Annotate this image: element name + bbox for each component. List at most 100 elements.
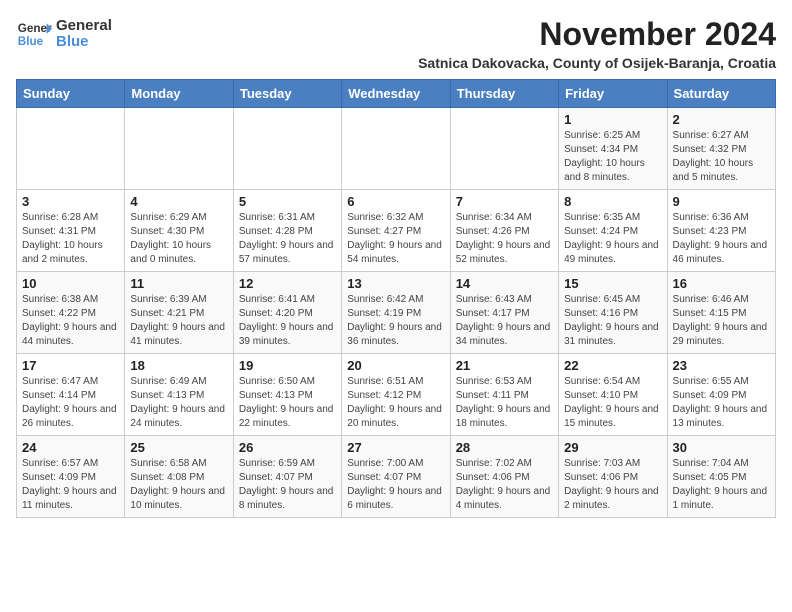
calendar-cell: 4 Sunrise: 6:29 AM Sunset: 4:30 PM Daylig… bbox=[125, 190, 233, 272]
day-info: Sunrise: 6:43 AM Sunset: 4:17 PM Dayligh… bbox=[456, 293, 553, 349]
day-number: 7 bbox=[456, 194, 553, 209]
calendar-cell: 13 Sunrise: 6:42 AM Sunset: 4:19 PM Dayli… bbox=[342, 272, 450, 354]
day-info: Sunrise: 6:38 AM Sunset: 4:22 PM Dayligh… bbox=[22, 293, 119, 349]
day-info: Sunrise: 6:55 AM Sunset: 4:09 PM Dayligh… bbox=[673, 375, 770, 431]
calendar-week-4: 24 Sunrise: 6:57 AM Sunset: 4:09 PM Dayli… bbox=[17, 436, 776, 518]
day-number: 17 bbox=[22, 358, 119, 373]
subtitle: Satnica Dakovacka, County of Osijek-Bara… bbox=[418, 55, 776, 71]
day-number: 10 bbox=[22, 276, 119, 291]
calendar-cell: 6 Sunrise: 6:32 AM Sunset: 4:27 PM Daylig… bbox=[342, 190, 450, 272]
day-info: Sunrise: 6:32 AM Sunset: 4:27 PM Dayligh… bbox=[347, 211, 444, 267]
day-info: Sunrise: 6:41 AM Sunset: 4:20 PM Dayligh… bbox=[239, 293, 336, 349]
calendar-cell: 19 Sunrise: 6:50 AM Sunset: 4:13 PM Dayli… bbox=[233, 354, 341, 436]
day-number: 9 bbox=[673, 194, 770, 209]
page-header: General Blue General Blue November 2024 … bbox=[16, 16, 776, 71]
day-number: 1 bbox=[564, 112, 661, 127]
day-number: 23 bbox=[673, 358, 770, 373]
calendar-cell: 10 Sunrise: 6:38 AM Sunset: 4:22 PM Dayli… bbox=[17, 272, 125, 354]
main-title: November 2024 bbox=[418, 16, 776, 53]
calendar-cell bbox=[450, 108, 558, 190]
day-info: Sunrise: 6:34 AM Sunset: 4:26 PM Dayligh… bbox=[456, 211, 553, 267]
day-number: 8 bbox=[564, 194, 661, 209]
day-info: Sunrise: 7:04 AM Sunset: 4:05 PM Dayligh… bbox=[673, 457, 770, 513]
calendar-cell: 29 Sunrise: 7:03 AM Sunset: 4:06 PM Dayli… bbox=[559, 436, 667, 518]
day-info: Sunrise: 6:54 AM Sunset: 4:10 PM Dayligh… bbox=[564, 375, 661, 431]
day-info: Sunrise: 7:02 AM Sunset: 4:06 PM Dayligh… bbox=[456, 457, 553, 513]
day-info: Sunrise: 6:49 AM Sunset: 4:13 PM Dayligh… bbox=[130, 375, 227, 431]
day-info: Sunrise: 6:53 AM Sunset: 4:11 PM Dayligh… bbox=[456, 375, 553, 431]
calendar-header: SundayMondayTuesdayWednesdayThursdayFrid… bbox=[17, 80, 776, 108]
calendar-cell: 18 Sunrise: 6:49 AM Sunset: 4:13 PM Dayli… bbox=[125, 354, 233, 436]
calendar-cell bbox=[17, 108, 125, 190]
day-info: Sunrise: 6:42 AM Sunset: 4:19 PM Dayligh… bbox=[347, 293, 444, 349]
day-number: 4 bbox=[130, 194, 227, 209]
calendar-cell: 7 Sunrise: 6:34 AM Sunset: 4:26 PM Daylig… bbox=[450, 190, 558, 272]
day-number: 16 bbox=[673, 276, 770, 291]
day-number: 18 bbox=[130, 358, 227, 373]
header-row: SundayMondayTuesdayWednesdayThursdayFrid… bbox=[17, 80, 776, 108]
calendar-cell: 16 Sunrise: 6:46 AM Sunset: 4:15 PM Dayli… bbox=[667, 272, 775, 354]
column-header-tuesday: Tuesday bbox=[233, 80, 341, 108]
calendar-cell: 9Sunrise: 6:36 AM Sunset: 4:23 PM Daylig… bbox=[667, 190, 775, 272]
day-number: 27 bbox=[347, 440, 444, 455]
logo-blue-text: Blue bbox=[56, 34, 112, 51]
calendar-cell: 27 Sunrise: 7:00 AM Sunset: 4:07 PM Dayli… bbox=[342, 436, 450, 518]
column-header-thursday: Thursday bbox=[450, 80, 558, 108]
day-number: 28 bbox=[456, 440, 553, 455]
day-info: Sunrise: 6:29 AM Sunset: 4:30 PM Dayligh… bbox=[130, 211, 227, 267]
calendar-week-0: 1 Sunrise: 6:25 AM Sunset: 4:34 PM Daylig… bbox=[17, 108, 776, 190]
column-header-saturday: Saturday bbox=[667, 80, 775, 108]
day-number: 26 bbox=[239, 440, 336, 455]
calendar-body: 1 Sunrise: 6:25 AM Sunset: 4:34 PM Daylig… bbox=[17, 108, 776, 518]
day-number: 30 bbox=[673, 440, 770, 455]
day-info: Sunrise: 6:27 AM Sunset: 4:32 PM Dayligh… bbox=[673, 129, 770, 185]
day-info: Sunrise: 6:28 AM Sunset: 4:31 PM Dayligh… bbox=[22, 211, 119, 267]
column-header-friday: Friday bbox=[559, 80, 667, 108]
day-info: Sunrise: 6:57 AM Sunset: 4:09 PM Dayligh… bbox=[22, 457, 119, 513]
day-info: Sunrise: 6:46 AM Sunset: 4:15 PM Dayligh… bbox=[673, 293, 770, 349]
calendar-cell: 28 Sunrise: 7:02 AM Sunset: 4:06 PM Dayli… bbox=[450, 436, 558, 518]
calendar-cell: 2 Sunrise: 6:27 AM Sunset: 4:32 PM Daylig… bbox=[667, 108, 775, 190]
calendar-cell: 15Sunrise: 6:45 AM Sunset: 4:16 PM Dayli… bbox=[559, 272, 667, 354]
day-number: 25 bbox=[130, 440, 227, 455]
day-number: 29 bbox=[564, 440, 661, 455]
calendar-cell: 24 Sunrise: 6:57 AM Sunset: 4:09 PM Dayli… bbox=[17, 436, 125, 518]
day-info: Sunrise: 6:25 AM Sunset: 4:34 PM Dayligh… bbox=[564, 129, 661, 185]
day-info: Sunrise: 6:47 AM Sunset: 4:14 PM Dayligh… bbox=[22, 375, 119, 431]
day-number: 24 bbox=[22, 440, 119, 455]
calendar-cell: 5 Sunrise: 6:31 AM Sunset: 4:28 PM Daylig… bbox=[233, 190, 341, 272]
day-number: 22 bbox=[564, 358, 661, 373]
day-info: Sunrise: 6:39 AM Sunset: 4:21 PM Dayligh… bbox=[130, 293, 227, 349]
day-number: 14 bbox=[456, 276, 553, 291]
day-number: 21 bbox=[456, 358, 553, 373]
column-header-wednesday: Wednesday bbox=[342, 80, 450, 108]
calendar-cell: 23 Sunrise: 6:55 AM Sunset: 4:09 PM Dayli… bbox=[667, 354, 775, 436]
day-info: Sunrise: 6:35 AM Sunset: 4:24 PM Dayligh… bbox=[564, 211, 661, 267]
day-number: 2 bbox=[673, 112, 770, 127]
day-info: Sunrise: 6:50 AM Sunset: 4:13 PM Dayligh… bbox=[239, 375, 336, 431]
day-number: 13 bbox=[347, 276, 444, 291]
day-info: Sunrise: 6:51 AM Sunset: 4:12 PM Dayligh… bbox=[347, 375, 444, 431]
day-info: Sunrise: 7:03 AM Sunset: 4:06 PM Dayligh… bbox=[564, 457, 661, 513]
day-info: Sunrise: 6:59 AM Sunset: 4:07 PM Dayligh… bbox=[239, 457, 336, 513]
day-number: 5 bbox=[239, 194, 336, 209]
day-number: 12 bbox=[239, 276, 336, 291]
day-info: Sunrise: 6:31 AM Sunset: 4:28 PM Dayligh… bbox=[239, 211, 336, 267]
calendar-cell: 25 Sunrise: 6:58 AM Sunset: 4:08 PM Dayli… bbox=[125, 436, 233, 518]
day-number: 6 bbox=[347, 194, 444, 209]
calendar-week-2: 10 Sunrise: 6:38 AM Sunset: 4:22 PM Dayli… bbox=[17, 272, 776, 354]
calendar-cell: 3Sunrise: 6:28 AM Sunset: 4:31 PM Daylig… bbox=[17, 190, 125, 272]
day-number: 11 bbox=[130, 276, 227, 291]
day-info: Sunrise: 6:58 AM Sunset: 4:08 PM Dayligh… bbox=[130, 457, 227, 513]
calendar-table: SundayMondayTuesdayWednesdayThursdayFrid… bbox=[16, 79, 776, 518]
logo-icon: General Blue bbox=[16, 16, 52, 52]
calendar-cell: 12 Sunrise: 6:41 AM Sunset: 4:20 PM Dayli… bbox=[233, 272, 341, 354]
svg-text:Blue: Blue bbox=[18, 35, 44, 48]
calendar-cell: 30 Sunrise: 7:04 AM Sunset: 4:05 PM Dayli… bbox=[667, 436, 775, 518]
calendar-cell: 26 Sunrise: 6:59 AM Sunset: 4:07 PM Dayli… bbox=[233, 436, 341, 518]
day-info: Sunrise: 7:00 AM Sunset: 4:07 PM Dayligh… bbox=[347, 457, 444, 513]
day-number: 20 bbox=[347, 358, 444, 373]
day-info: Sunrise: 6:45 AM Sunset: 4:16 PM Dayligh… bbox=[564, 293, 661, 349]
column-header-monday: Monday bbox=[125, 80, 233, 108]
day-number: 19 bbox=[239, 358, 336, 373]
